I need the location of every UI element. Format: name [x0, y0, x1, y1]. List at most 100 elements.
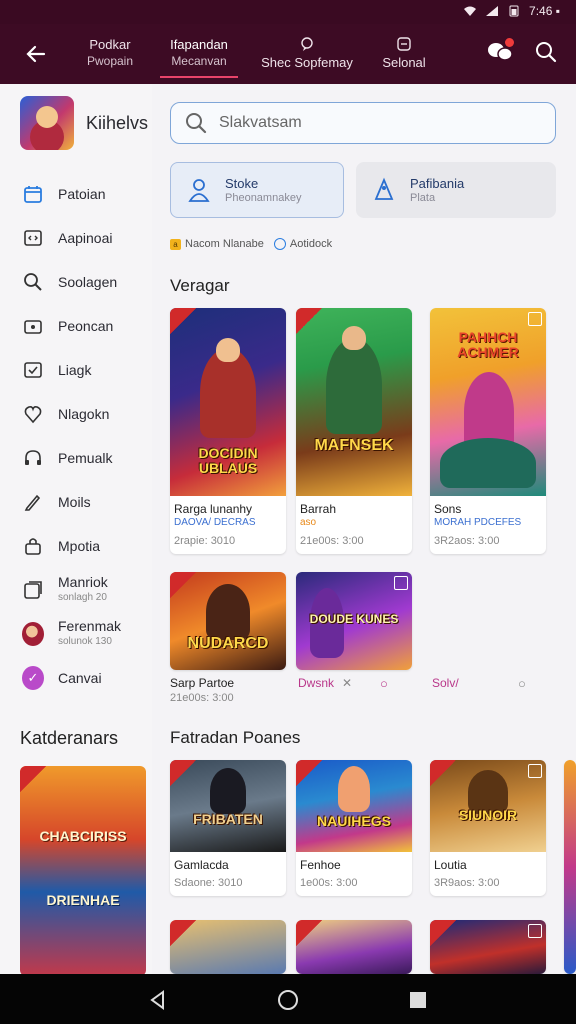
sidebar-item-patoian[interactable]: Patoian — [0, 172, 152, 216]
game-card[interactable]: DOCIDIN UBLAUS Rarga lunanhy DAOVA/ DECR… — [170, 308, 286, 554]
sidebar-item-mpotia[interactable]: Mpotia — [0, 524, 152, 568]
ribbon-icon — [296, 308, 322, 334]
game-card[interactable]: NAUIHEGS Fenhoe 1e00s: 3:00 — [296, 760, 412, 896]
messages-button[interactable] — [486, 38, 514, 66]
game-card[interactable]: SIUNOIR Loutia 3R9aos: 3:00 — [430, 760, 546, 896]
game-meta: 21e00s: 3:00 — [170, 692, 234, 704]
game-artwork: MAFNSEK — [296, 308, 412, 496]
game-genre: aso — [300, 517, 317, 528]
sidebar-item-peoncan[interactable]: Peoncan — [0, 304, 152, 348]
category-subtitle: Plata — [410, 192, 436, 204]
game-card-peek[interactable] — [564, 760, 576, 974]
category-card-stoke[interactable]: Stoke Pheonamnakey — [170, 162, 344, 218]
heart-shield-icon — [22, 403, 44, 425]
sidebar-item-label: Peoncan — [58, 318, 114, 334]
ribbon-icon — [20, 766, 46, 792]
filter-chips: a Nacom Nlanabe Aotidock — [170, 238, 332, 250]
game-card[interactable]: PAHHCH ACHMER Sons MORAH PDCEFES 3R2aos:… — [430, 308, 546, 554]
lock-icon — [22, 535, 44, 557]
game-artwork: NUDARCD — [170, 572, 286, 670]
sidebar-item-label: Canvai — [58, 670, 102, 686]
sidebar-item-soolagen[interactable]: Soolagen — [0, 260, 152, 304]
game-card[interactable] — [170, 920, 286, 974]
game-title: Loutia — [434, 858, 467, 872]
signal-icon — [486, 6, 499, 16]
featured-art-title: CHABCIRISS — [39, 828, 127, 844]
art-figure — [326, 338, 382, 434]
sidebar-item-liagk[interactable]: Liagk — [0, 348, 152, 392]
game-title: Fenhoe — [300, 858, 341, 872]
sidebar-item-label: Aapinoai — [58, 230, 113, 246]
game-card[interactable]: FRIBATEN Gamlacda Sdaone: 3010 — [170, 760, 286, 896]
chip-nacom[interactable]: a Nacom Nlanabe — [170, 238, 264, 250]
featured-game-card[interactable]: CHABCIRISS DRIENHAE — [20, 766, 146, 976]
close-x-icon[interactable]: ✕ — [342, 676, 352, 690]
nav-back-icon[interactable] — [146, 988, 170, 1012]
sidebar-item-nlagokn[interactable]: Nlagokn — [0, 392, 152, 436]
game-card[interactable] — [296, 920, 412, 974]
nav-recents-icon[interactable] — [406, 988, 430, 1012]
tab-label: Podkar — [89, 37, 131, 52]
status-time: 7:46 ▪ — [529, 4, 560, 18]
game-card[interactable]: MAFNSEK Barrah aso 21e00s: 3:00 — [296, 308, 412, 554]
sidebar-item-pemualk[interactable]: Pemualk — [0, 436, 152, 480]
search-icon — [22, 271, 44, 293]
game-card[interactable]: NUDARCD — [170, 572, 286, 670]
sidebar-item-sublabel: sonlagh 20 — [58, 592, 107, 603]
sidebar-item-label: Liagk — [58, 362, 92, 378]
wallet-icon — [22, 315, 44, 337]
tab-label: Ifapandan — [170, 37, 228, 52]
game-card[interactable] — [430, 920, 546, 974]
sidebar-item-sublabel: solunok 130 — [58, 636, 112, 647]
sidebar-item-canvai[interactable]: ✓ Canvai — [0, 656, 152, 700]
search-bar[interactable] — [170, 102, 556, 144]
sidebar-item-aapinoai[interactable]: Aapinoai — [0, 216, 152, 260]
pen-icon — [22, 491, 44, 513]
tab-shec-sopfemay[interactable]: Shec Sopfemay — [256, 36, 358, 71]
nav-home-icon[interactable] — [276, 988, 300, 1012]
category-card-pafibania[interactable]: Pafibania Plata — [356, 162, 556, 218]
chip-aotidock[interactable]: Aotidock — [273, 238, 332, 250]
ribbon-icon — [170, 308, 196, 334]
sidebar-item-manriok[interactable]: Manriok sonlagh 20 — [0, 568, 152, 612]
search-input[interactable] — [219, 114, 539, 132]
tab-podkar[interactable]: Podkar Pwopain — [82, 36, 138, 70]
copy-icon — [22, 579, 44, 601]
profile-header[interactable]: Kiihelvs — [20, 96, 148, 150]
back-button[interactable] — [18, 36, 54, 72]
code-box-icon — [22, 227, 44, 249]
radio-icon[interactable]: ○ — [518, 676, 526, 691]
game-artwork — [170, 920, 286, 974]
sidebar-item-label: Soolagen — [58, 274, 118, 290]
game-title-2: Dwsnk — [298, 676, 335, 690]
bookmark-icon — [528, 924, 542, 938]
user-icon — [188, 179, 210, 202]
game-card[interactable]: DOUDE KUNES — [296, 572, 412, 670]
game-art-title: DOUDE KUNES — [309, 612, 399, 626]
search-button[interactable] — [532, 38, 560, 66]
art-figure-head — [216, 338, 240, 362]
tab-sublabel: Mecanvan — [171, 54, 227, 68]
sidebar-item-moils[interactable]: Moils — [0, 480, 152, 524]
section-title-fatradan: Fatradan Poanes — [170, 728, 301, 747]
game-meta: 21e00s: 3:00 — [300, 535, 364, 547]
radio-icon[interactable]: ○ — [380, 676, 388, 691]
featured-art-subtitle: DRIENHAE — [46, 892, 120, 908]
art-crowd — [440, 438, 536, 488]
badge-icon: a — [170, 238, 181, 250]
notification-dot — [505, 38, 514, 47]
game-genre: DAOVA/ DECRAS — [174, 517, 256, 528]
chat-icon — [301, 37, 313, 51]
tab-label: Shec Sopfemay — [261, 55, 353, 70]
checkbox-icon — [22, 359, 44, 381]
sidebar-item-label: Ferenmak — [58, 618, 122, 634]
category-title: Stoke — [225, 176, 259, 191]
game-art-title: NAUIHEGS — [317, 813, 391, 829]
game-artwork: DOUDE KUNES — [296, 572, 412, 670]
tab-ifapandan[interactable]: Ifapandan Mecanvan — [160, 36, 238, 78]
art-figure — [206, 584, 250, 640]
ribbon-icon — [296, 760, 322, 786]
sidebar-item-ferenmak[interactable]: Ferenmak solunok 130 — [0, 612, 152, 656]
game-title: Sons — [434, 502, 462, 516]
tab-selonal[interactable]: Selonal — [376, 36, 432, 71]
